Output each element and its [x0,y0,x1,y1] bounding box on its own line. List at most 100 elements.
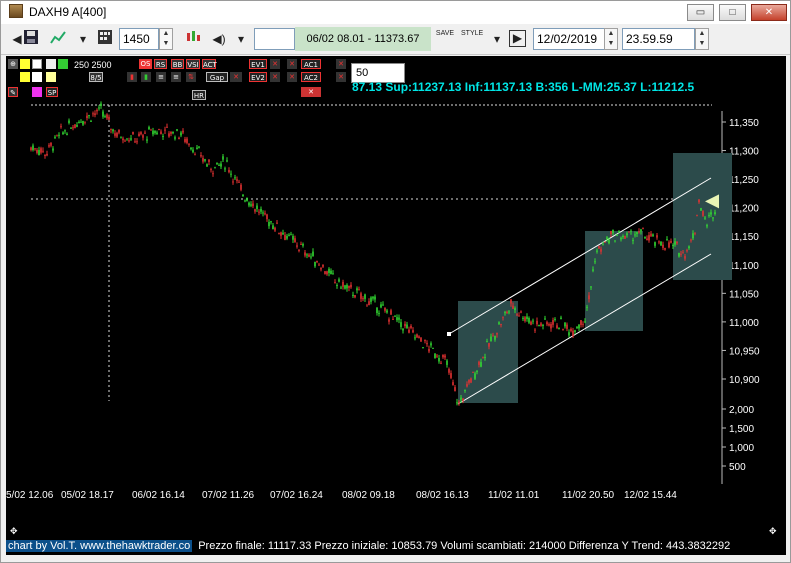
candle-body [236,179,238,181]
palette-button-ev1[interactable]: EV1 [249,59,267,69]
channel-anchor-point [447,332,451,336]
close-ev2-icon[interactable]: ✕ [270,72,280,82]
color-swatch-white[interactable] [32,72,42,82]
candle-body [616,234,618,236]
candle-body [162,135,164,137]
candle-body [248,202,250,206]
color-swatch-green[interactable] [58,59,68,69]
candle-body [396,317,398,321]
palette-button-os[interactable]: OS [139,59,152,69]
candle-body [44,154,46,157]
calculator-icon[interactable] [95,29,115,49]
dropdown-arrow-icon[interactable]: ▾ [73,29,93,49]
candle-body [582,323,584,325]
sound-icon[interactable]: ◀) [209,29,229,49]
candle-body [446,360,448,365]
candle-body [250,204,252,206]
time-input[interactable]: 23.59.59 [622,28,695,50]
candle-body [496,333,498,335]
bars-count-spinner[interactable]: ▲ ▼ [159,28,173,50]
palette-button-sp[interactable]: SP [46,87,58,97]
candle-body [478,361,480,365]
time-spinner[interactable]: ▲ ▼ [695,28,709,50]
candle-body [504,312,506,314]
candle-body [304,252,306,256]
fib-tool-icon[interactable]: ≡ [171,72,181,82]
candle-body [694,232,696,234]
maximize-button[interactable]: □ [719,4,746,21]
candle-body [650,233,652,237]
arrow-tool-icon[interactable]: ⇅ [186,72,196,82]
palette-button-ac2[interactable]: AC2 [301,72,321,82]
save-style-button[interactable]: SAVE [435,29,455,49]
close-ev1-icon[interactable]: ✕ [270,59,280,69]
play-icon[interactable]: ▶ [509,30,526,47]
candle-body [452,382,454,386]
candle-body [334,282,336,284]
symbol-input[interactable] [254,28,295,50]
close-x3-icon[interactable]: ✕ [301,87,321,97]
minimize-button[interactable]: ▭ [687,4,714,21]
close-ac2-icon[interactable]: ✕ [336,72,346,82]
draw-tool-icon[interactable]: ✎ [8,87,18,97]
crosshair-icon[interactable]: ⊕ [8,59,18,69]
save-disk-icon[interactable] [21,29,41,49]
color-swatch-magenta[interactable] [32,87,42,97]
candle-body [416,334,418,338]
indicator-tool-icon[interactable]: ≡ [156,72,166,82]
indicator-icon[interactable] [185,29,205,49]
candle-body [456,402,458,404]
chart-type-icon[interactable] [49,29,69,49]
line-tool-icon[interactable] [32,59,42,69]
candle-body [202,158,204,162]
color-swatch-yellow[interactable] [20,59,30,69]
candle-body [230,173,232,175]
candle-body [572,330,574,337]
title-bar[interactable]: DAXH9 A[400] ▭ □ ✕ [1,1,790,24]
dropdown-arrow-icon[interactable]: ▾ [231,29,251,49]
palette-button-bb[interactable]: BB [171,59,184,69]
candle-body [676,241,678,244]
date-spinner[interactable]: ▲ ▼ [604,28,618,50]
candle-tool-icon[interactable]: ▮ [141,72,151,82]
palette-button-ac1[interactable]: AC1 [301,59,321,69]
bars-count-input[interactable]: 1450 [119,28,159,50]
style-button[interactable]: STYLE [461,29,483,49]
candle-body [554,318,556,320]
color-swatch-pale-yellow[interactable] [46,72,56,82]
candle-body [32,145,34,151]
close-ac1-icon[interactable]: ✕ [336,59,346,69]
palette-button-ev2[interactable]: EV2 [249,72,267,82]
candle-body [498,322,500,324]
credit-link[interactable]: chart by Vol.T. www.thehawktrader.co [6,540,193,552]
palette-button-gap[interactable]: Gap [206,72,228,82]
color-swatch-yellow-2[interactable] [20,72,30,82]
palette-button-vsi[interactable]: VSI [186,59,200,69]
close-x-icon[interactable]: ✕ [287,59,297,69]
close-x2-icon[interactable]: ✕ [287,72,297,82]
time-label: 06/02 16.14 [132,490,185,501]
palette-button-85[interactable]: 8/5 [89,72,103,82]
price-chart[interactable]: 11,350 11,300 11,250 11,200 11,150 11,100 11,0… [6,56,786,538]
candle-body [588,295,590,300]
candle-body [352,294,354,296]
candle-body [234,177,236,179]
palette-button-act[interactable]: ACT [202,59,217,69]
candle-body [458,402,460,404]
candle-body [98,107,100,109]
palette-button-rs[interactable]: RS [154,59,167,69]
channel-upper-line [448,177,712,335]
scroll-right-icon[interactable]: ✥ [769,526,777,537]
close-button[interactable]: ✕ [751,4,787,21]
candle-body [408,329,410,333]
candle-body [120,137,122,139]
trend-tool-icon[interactable] [46,59,56,69]
bar-tool-icon[interactable]: ▮ [127,72,137,82]
scroll-left-icon[interactable]: ✥ [10,526,18,537]
palette-button-hr[interactable]: HR [192,90,206,100]
dropdown-arrow-icon[interactable]: ▾ [487,29,507,49]
price-tick-label: 11,350 [729,118,759,129]
close-gap-icon[interactable]: ✕ [230,72,242,82]
chart-area[interactable]: 11,350 11,300 11,250 11,200 11,150 11,100 11,0… [6,56,786,538]
candle-body [410,325,412,328]
